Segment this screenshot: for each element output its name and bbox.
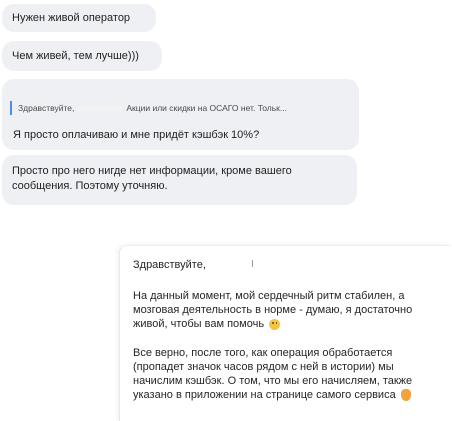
operator-reply: Здравствуйте, На данный момент, мой серд… (119, 245, 450, 421)
quoted-message[interactable]: Здравствуйте, Акции или скидки на ОСАГО н… (10, 101, 348, 115)
hand-icon (400, 389, 411, 402)
reply-greeting: Здравствуйте, (133, 259, 206, 271)
smiling-face-icon (269, 318, 281, 330)
redacted-name (251, 260, 253, 267)
message-text: Просто про него нигде нет информации, кр… (12, 165, 292, 192)
reply-paragraph-text: Все верно, после того, как операция обра… (133, 347, 413, 401)
message-text: Чем живей, тем лучше))) (12, 50, 139, 62)
reply-greeting-line: Здравствуйте, (133, 258, 440, 272)
chat-message-with-quote: Здравствуйте, Акции или скидки на ОСАГО н… (2, 79, 359, 150)
chat-message: Нужен живой оператор (2, 4, 156, 32)
quote-greeting: Здравствуйте, (18, 103, 75, 113)
reply-paragraph: Все верно, после того, как операция обра… (133, 346, 440, 402)
redacted-name (78, 105, 123, 112)
message-text: Я просто оплачиваю и мне придёт кэшбэк 1… (13, 129, 260, 141)
chat-message: Просто про него нигде нет информации, кр… (2, 155, 357, 205)
message-text: Нужен живой оператор (12, 12, 131, 24)
reply-paragraph: На данный момент, мой сердечный ритм ста… (133, 289, 440, 331)
quote-text: Акции или скидки на ОСАГО нет. Тольк... (126, 103, 287, 113)
chat-message: Чем живей, тем лучше))) (2, 41, 162, 71)
